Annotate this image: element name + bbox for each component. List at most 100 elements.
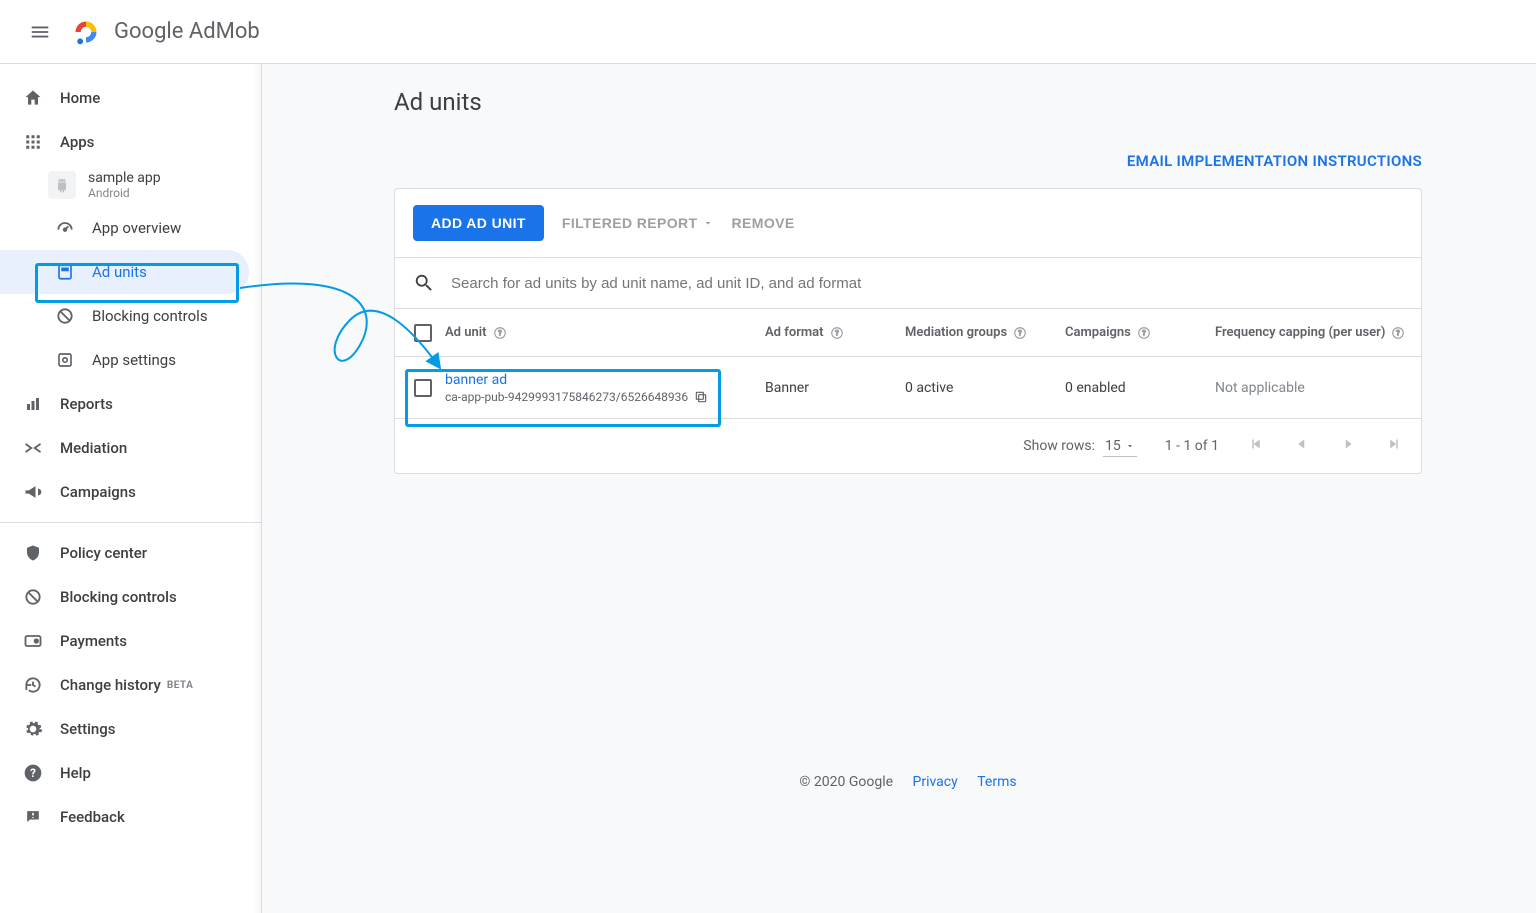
search-input[interactable] [451,275,1403,292]
block-icon [22,586,44,608]
col-campaigns: Campaigns [1065,325,1131,340]
nav-change-history[interactable]: Change history BETA [0,663,261,707]
nav-policy-label: Policy center [60,544,147,562]
nav-payments[interactable]: Payments [0,619,261,663]
svg-text:?: ? [498,329,502,337]
brand-text: Google AdMob [114,19,260,44]
nav-help-label: Help [60,764,91,782]
megaphone-icon [22,481,44,503]
page-last-button[interactable] [1385,435,1403,457]
pagination: Show rows: 15 1 - 1 of 1 [395,419,1421,473]
chevron-down-icon [1125,441,1135,451]
nav-blocking-label: Blocking controls [92,307,208,325]
apps-icon [22,131,44,153]
nav-overview-label: App overview [92,219,181,237]
page-title: Ad units [394,88,1422,116]
col-format: Ad format [765,325,824,340]
footer-copyright: © 2020 Google [799,774,893,790]
app-name: sample app [88,170,161,186]
beta-badge: BETA [167,680,194,691]
svg-text:?: ? [1397,329,1401,337]
mediation-icon [22,437,44,459]
col-freq: Frequency capping (per user) [1215,325,1385,340]
svg-text:?: ? [835,329,839,337]
help-circle-icon: ? [1137,326,1151,340]
show-rows-label: Show rows: [1023,438,1095,454]
nav-mediation[interactable]: Mediation [0,426,261,470]
select-all-checkbox[interactable] [414,324,432,342]
nav-feedback-label: Feedback [60,808,125,826]
nav-home-label: Home [60,89,100,107]
hamburger-icon [29,21,51,43]
nav-home[interactable]: Home [0,76,261,120]
cell-mediation: 0 active [905,380,1065,396]
app-header: Google AdMob [0,0,1536,64]
nav-apps-label: Apps [60,133,94,151]
help-circle-icon: ? [1013,326,1027,340]
help-icon: ? [22,762,44,784]
page-next-button[interactable] [1339,435,1357,457]
annotation-highlight-sidebar [35,263,239,303]
nav-reports-label: Reports [60,395,113,413]
history-icon [22,674,44,696]
speedometer-icon [54,217,76,239]
table-header: Ad unit? Ad format? Mediation groups? Ca… [395,309,1421,357]
col-ad-unit: Ad unit [445,325,487,340]
rows-value: 15 [1105,438,1121,454]
nav-help[interactable]: ? Help [0,751,261,795]
sidebar-divider [0,522,261,523]
nav-reports[interactable]: Reports [0,382,261,426]
rows-select[interactable]: 15 [1103,436,1137,457]
gear-icon [22,718,44,740]
svg-text:?: ? [1142,329,1146,337]
page-range: 1 - 1 of 1 [1165,438,1219,454]
nav-settings-label: Settings [60,720,116,738]
nav-app-settings-label: App settings [92,351,176,369]
cell-freq: Not applicable [1215,380,1415,396]
nav-policy-center[interactable]: Policy center [0,531,261,575]
app-platform: Android [88,186,161,200]
filtered-report-label: FILTERED REPORT [562,215,698,231]
search-icon [413,272,435,294]
ad-units-card: ADD AD UNIT FILTERED REPORT REMOVE Ad un… [394,188,1422,474]
admob-logo-icon [72,18,100,46]
payments-icon [22,630,44,652]
android-app-icon [48,171,76,199]
cell-campaigns: 0 enabled [1065,380,1215,396]
toolbar: ADD AD UNIT FILTERED REPORT REMOVE [395,189,1421,258]
nav-app-settings[interactable]: App settings [0,338,261,382]
nav-blocking-controls[interactable]: Blocking controls [0,575,261,619]
nav-feedback[interactable]: Feedback [0,795,261,839]
nav-blocking2-label: Blocking controls [60,588,177,606]
nav-settings[interactable]: Settings [0,707,261,751]
block-icon [54,305,76,327]
nav-payments-label: Payments [60,632,127,650]
email-instructions-link[interactable]: EMAIL IMPLEMENTATION INSTRUCTIONS [394,152,1422,170]
filtered-report-button[interactable]: FILTERED REPORT [562,215,714,231]
shield-icon [22,542,44,564]
remove-button[interactable]: REMOVE [732,215,795,231]
footer-terms-link[interactable]: Terms [977,774,1016,790]
nav-app-overview[interactable]: App overview [0,206,261,250]
feedback-icon [22,806,44,828]
app-settings-icon [54,349,76,371]
help-circle-icon: ? [493,326,507,340]
help-circle-icon: ? [830,326,844,340]
nav-history-label: Change history [60,676,161,694]
nav-mediation-label: Mediation [60,439,127,457]
svg-text:?: ? [30,766,36,780]
brand: Google AdMob [72,18,260,46]
nav-apps[interactable]: Apps [0,120,261,164]
footer-privacy-link[interactable]: Privacy [913,774,958,790]
page-prev-button[interactable] [1293,435,1311,457]
nav-campaigns[interactable]: Campaigns [0,470,261,514]
cell-format: Banner [765,380,905,396]
sidebar-app[interactable]: sample app Android [0,164,261,206]
nav-campaigns-label: Campaigns [60,483,136,501]
footer: © 2020 Google Privacy Terms [394,774,1422,790]
menu-button[interactable] [16,8,64,56]
add-ad-unit-button[interactable]: ADD AD UNIT [413,205,544,241]
page-first-button[interactable] [1247,435,1265,457]
home-icon [22,87,44,109]
chevron-down-icon [702,217,714,229]
